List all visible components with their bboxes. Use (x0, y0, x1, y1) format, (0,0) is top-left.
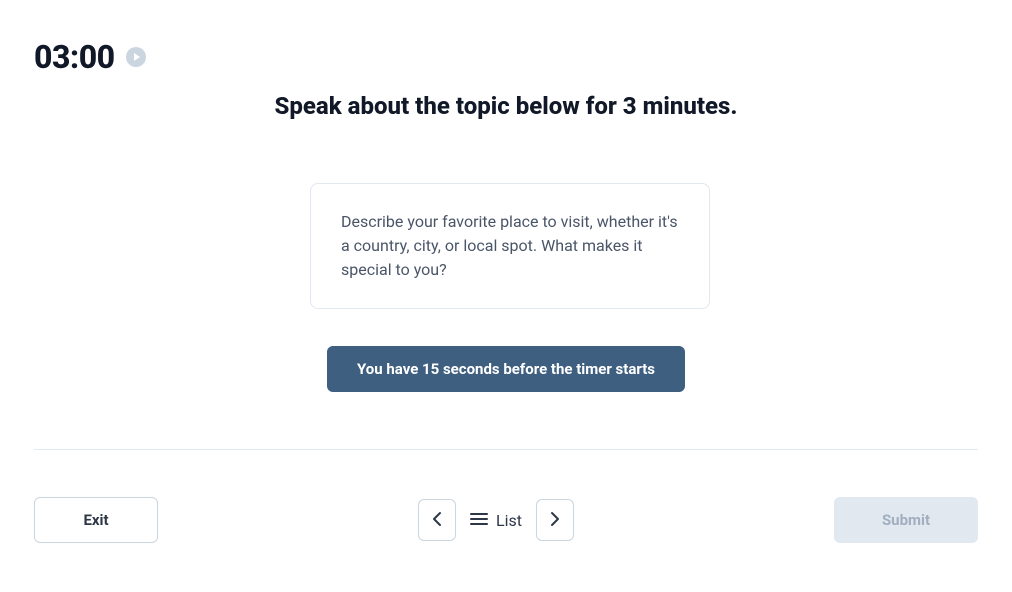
chevron-right-icon (550, 511, 560, 530)
timer-row: 03:00 (34, 38, 147, 76)
nav-center: List (418, 499, 574, 541)
next-button[interactable] (536, 499, 574, 541)
timer-value: 03:00 (34, 38, 115, 76)
list-icon (470, 511, 488, 530)
instruction-text: Speak about the topic below for 3 minute… (0, 92, 1012, 120)
list-button[interactable]: List (470, 511, 522, 530)
chevron-left-icon (432, 511, 442, 530)
footer-divider (34, 449, 978, 450)
prev-button[interactable] (418, 499, 456, 541)
countdown-notice: You have 15 seconds before the timer sta… (327, 346, 685, 392)
topic-card: Describe your favorite place to visit, w… (310, 183, 710, 309)
list-label: List (496, 511, 522, 530)
footer: Exit List (34, 497, 978, 543)
topic-text: Describe your favorite place to visit, w… (341, 210, 679, 282)
play-icon[interactable] (125, 46, 147, 68)
exit-button[interactable]: Exit (34, 497, 158, 543)
submit-button[interactable]: Submit (834, 497, 978, 543)
